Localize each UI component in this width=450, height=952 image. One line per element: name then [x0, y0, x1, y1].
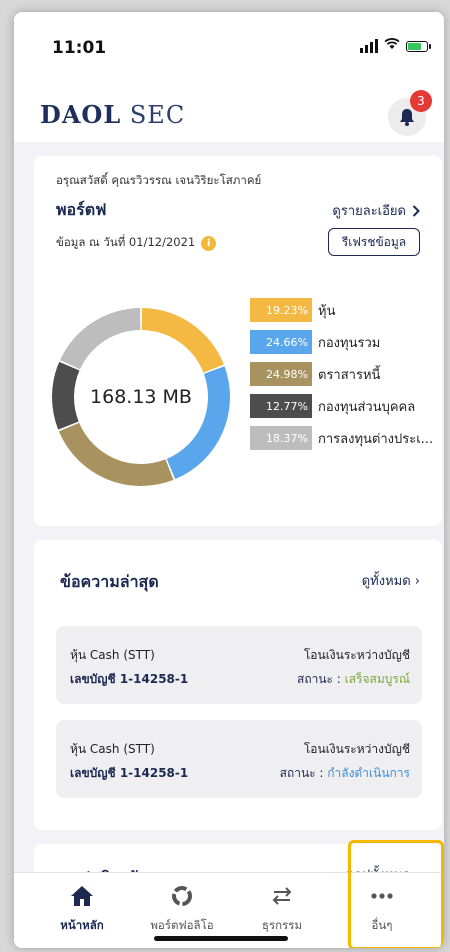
chevron-right-icon: › — [414, 574, 420, 589]
latest-messages-card: ข้อความล่าสุด ดูทั้งหมด › หุ้น Cash (STT… — [34, 540, 442, 830]
refresh-button[interactable]: รีเฟรชข้อมูล — [328, 228, 420, 256]
message-status: สถานะ : เสร็จสมบูรณ์ — [297, 670, 410, 689]
wifi-icon — [384, 38, 400, 54]
latest-messages-title: ข้อความล่าสุด — [60, 572, 159, 591]
greeting-text: อรุณสวัสดิ์ คุณรวิวรรณ เจนวิริยะโสภาคย์ — [56, 173, 262, 187]
message-item[interactable]: หุ้น Cash (STT) เลขบัญชี 1-14258-1 โอนเง… — [56, 626, 422, 704]
legend-item: 24.66% กองทุนรวม — [250, 330, 433, 354]
legend-category-label: กองทุนรวม — [318, 335, 381, 351]
info-icon[interactable]: i — [201, 235, 217, 251]
legend-value-label: 24.66% — [250, 330, 312, 354]
data-date-label: ข้อมูล ณ วันที่ 01/12/2021 — [56, 235, 196, 249]
highlight-box — [348, 840, 444, 948]
legend-item: 19.23% หุ้น — [250, 298, 433, 322]
phone-screen: 11:01 DAOL SEC 3 อรุณสวัสดิ์ คุณรวิวรรณ … — [14, 12, 444, 948]
daol-sec-logo: DAOL SEC — [40, 100, 185, 129]
legend-value-label: 18.37% — [250, 426, 312, 450]
see-all-label: ดูทั้งหมด — [361, 574, 411, 589]
tab-home[interactable]: หน้าหลัก — [32, 873, 132, 948]
status-prefix: สถานะ : — [279, 766, 328, 780]
tab-transactions-label: ธุรกรรม — [261, 918, 303, 932]
legend-category-label: ตราสารหนี้ — [318, 367, 381, 383]
notification-badge: 3 — [410, 90, 432, 112]
logo-part2: SEC — [129, 101, 186, 129]
logo-part1: DAOL — [40, 100, 122, 129]
legend-category-label: กองทุนส่วนบุคคล — [318, 399, 416, 415]
see-all-messages-link[interactable]: ดูทั้งหมด › — [362, 570, 420, 591]
battery-fill — [408, 42, 421, 50]
legend-item: 24.98% ตราสารหนี้ — [250, 362, 433, 386]
tab-portfolio-label: พอร์ตฟอลิโอ — [150, 918, 214, 932]
legend-item: 12.77% กองทุนส่วนบุคคล — [250, 394, 433, 418]
message-stock: หุ้น Cash (STT) — [70, 742, 155, 756]
message-item[interactable]: หุ้น Cash (STT) เลขบัญชี 1-14258-1 โอนเง… — [56, 720, 422, 798]
message-status: สถานะ : กำลังดำเนินการ — [280, 764, 410, 783]
data-date: ข้อมูล ณ วันที่ 01/12/2021 i — [56, 234, 217, 252]
battery-icon — [406, 40, 431, 52]
portfolio-icon — [171, 883, 193, 909]
signal-icon — [360, 39, 378, 53]
portfolio-total-value: 168.13 MB — [90, 386, 192, 408]
legend-value-label: 19.23% — [250, 298, 312, 322]
legend-category-label: การลงทุนต่างประเ... — [318, 431, 434, 447]
portfolio-title: พอร์ตฟ — [56, 200, 107, 219]
message-type: โอนเงินระหว่างบัญชี — [303, 648, 410, 662]
tab-home-label: หน้าหลัก — [60, 918, 104, 932]
legend-category-label: หุ้น — [318, 303, 336, 319]
message-account: เลขบัญชี 1-14258-1 — [70, 672, 189, 686]
transfer-icon — [270, 883, 294, 909]
legend-value-label: 24.98% — [250, 362, 312, 386]
notification-button[interactable]: 3 — [388, 90, 432, 136]
app-header: DAOL SEC 3 — [14, 82, 444, 142]
portfolio-detail-link[interactable]: ดูรายละเอียด — [332, 200, 420, 221]
status-icons — [360, 38, 431, 54]
message-type: โอนเงินระหว่างบัญชี — [303, 742, 410, 756]
portfolio-card: อรุณสวัสดิ์ คุณรวิวรรณ เจนวิริยะโสภาคย์ … — [34, 156, 442, 526]
message-stock: หุ้น Cash (STT) — [70, 648, 155, 662]
status-bar: 11:01 — [14, 12, 444, 82]
detail-link-label: ดูรายละเอียด — [332, 204, 406, 219]
home-icon — [70, 883, 94, 909]
message-account: เลขบัญชี 1-14258-1 — [70, 766, 189, 780]
status-time: 11:01 — [52, 38, 107, 58]
home-indicator — [154, 936, 288, 941]
chart-legend: 19.23% หุ้น 24.66% กองทุนรวม 24.98% ตราสารหนี… — [250, 298, 433, 458]
status-value: เสร็จสมบูรณ์ — [344, 672, 410, 686]
status-prefix: สถานะ : — [297, 672, 345, 686]
legend-item: 18.37% การลงทุนต่างประเ... — [250, 426, 433, 450]
chevron-right-icon — [412, 204, 420, 217]
legend-value-label: 12.77% — [250, 394, 312, 418]
status-value: กำลังดำเนินการ — [327, 766, 410, 780]
